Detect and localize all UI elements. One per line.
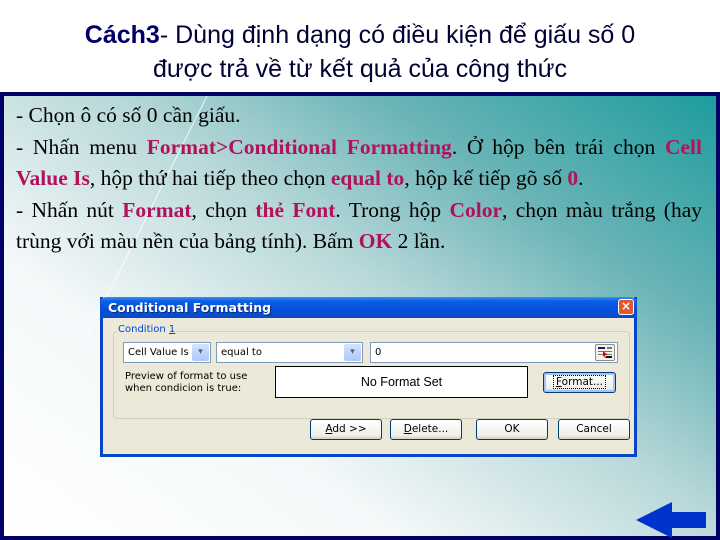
font-tab-keyword: thẻ Font (255, 197, 336, 222)
add-button[interactable]: Add >> (310, 419, 382, 440)
preview-label-line-2: when condicion is true: (125, 383, 242, 394)
format-keyword: Format (122, 197, 192, 222)
step-1: - Chọn ô có số 0 cần giấu. (16, 103, 241, 127)
value-text: 0 (375, 347, 382, 358)
text: . (578, 166, 584, 190)
value-input[interactable]: 0 (370, 342, 618, 363)
label: ormat... (561, 376, 604, 388)
mnemonic: D (403, 423, 412, 435)
text: . Trong hộp (335, 197, 450, 222)
format-button[interactable]: Format... (543, 372, 616, 393)
format-preview: No Format Set (275, 366, 528, 398)
range-select-icon[interactable] (595, 344, 615, 361)
condition-type-select[interactable]: Cell Value Is ▾ (123, 342, 211, 363)
preview-label: Preview of format to use when condicion … (125, 371, 247, 395)
color-keyword: Color (449, 197, 503, 222)
title-rest: - Dùng định dạng có điều kiện để giấu số… (159, 21, 636, 49)
menu-path: Format>Conditional Formatting (146, 134, 452, 159)
label: dd >> (332, 423, 367, 435)
conditional-formatting-dialog: Conditional Formatting × Condition 1 Cel… (100, 297, 637, 457)
value-zero: 0 (567, 166, 579, 190)
ok-button[interactable]: OK (476, 419, 548, 440)
group-label-text: Condition (118, 324, 169, 335)
operator-select[interactable]: equal to ▾ (216, 342, 363, 363)
text: , hộp kế tiếp gõ số (404, 166, 568, 190)
text: , hộp thứ hai tiếp theo chọn (89, 166, 331, 190)
text: 2 lần. (392, 229, 446, 253)
operator-value: equal to (221, 347, 262, 358)
text: - Nhấn nút (16, 197, 123, 222)
text: - Nhấn menu (16, 134, 147, 159)
dialog-title: Conditional Formatting (108, 300, 272, 315)
instructions: - Chọn ô có số 0 cần giấu. - Nhấn menu F… (16, 100, 702, 258)
condition-type-value: Cell Value Is (128, 347, 189, 358)
cancel-button[interactable]: Cancel (558, 419, 630, 440)
step-2: - Nhấn menu Format>Conditional Formattin… (16, 132, 702, 195)
ok-keyword: OK (358, 229, 393, 253)
delete-button[interactable]: Delete... (390, 419, 462, 440)
chevron-down-icon[interactable]: ▾ (192, 344, 209, 361)
slide-title: Cách3- Dùng định dạng có điều kiện để gi… (0, 18, 720, 86)
title-line-1: Cách3- Dùng định dạng có điều kiện để gi… (0, 18, 720, 52)
chevron-down-icon[interactable]: ▾ (344, 344, 361, 361)
condition-group-label: Condition 1 (117, 324, 177, 335)
title-bold: Cách3 (84, 21, 160, 49)
label: elete... (411, 423, 449, 435)
text: , chọn (191, 197, 256, 222)
close-icon[interactable]: × (618, 299, 634, 315)
step-3: - Nhấn nút Format, chọn thẻ Font. Trong … (16, 195, 702, 258)
preview-label-line-1: Preview of format to use (125, 371, 248, 382)
arrow-shape[interactable] (636, 502, 706, 538)
title-line-2: được trả về từ kết quả của công thức (152, 55, 568, 83)
back-arrow-icon[interactable] (636, 500, 708, 538)
dialog-titlebar[interactable]: Conditional Formatting × (100, 297, 637, 318)
option-equal-to: equal to (330, 166, 405, 190)
text: . Ở hộp bên trái chọn (451, 134, 665, 159)
group-number: 1 (168, 324, 176, 335)
